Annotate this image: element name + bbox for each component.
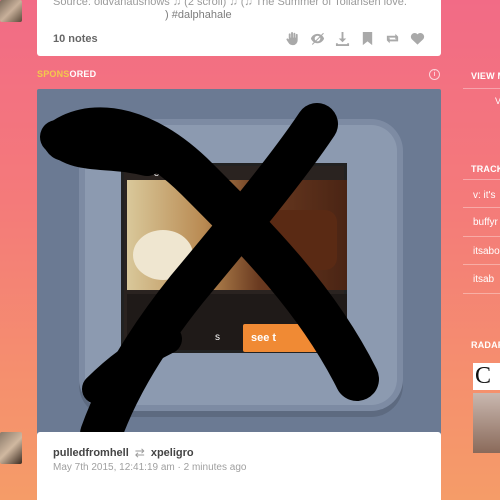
ad-bottom-bar: s see t xyxy=(127,294,347,352)
ad-logo: ocial xyxy=(154,168,175,179)
reblog-to[interactable]: xpeligro xyxy=(151,447,194,459)
download-icon[interactable] xyxy=(334,30,350,46)
reblog-icon: ⇄ xyxy=(134,446,145,460)
sponsored-label: SPONSORED xyxy=(37,69,96,79)
sponsored-label-rest: ORED xyxy=(69,69,97,79)
sidebar-view-sub[interactable]: V xyxy=(495,96,500,106)
share-icon[interactable] xyxy=(309,30,325,46)
post-source[interactable]: Source: oldvanaushows ♫ (2 scroll) ♫ (♫ … xyxy=(53,0,407,8)
post-actions xyxy=(284,30,425,46)
sidebar-view-heading[interactable]: VIEW M xyxy=(471,71,500,81)
post-timestamp[interactable]: May 7th 2015, 12:41:19 am · 2 minutes ag… xyxy=(53,462,246,473)
sidebar: VIEW M V TRACK v: it's buffyr itsabo its… xyxy=(463,0,500,500)
divider xyxy=(463,293,500,294)
sponsored-label-highlight: SPONS xyxy=(37,69,70,79)
sponsored-ad[interactable]: ocial s see t xyxy=(37,89,441,446)
ad-plate xyxy=(133,230,193,280)
post-card: pulledfromhell ⇄ xpeligro May 7th 2015, … xyxy=(37,432,441,500)
sidebar-tracked-item[interactable]: v: it's xyxy=(473,190,495,201)
notes-count[interactable]: 10 notes xyxy=(53,33,98,45)
radar-image[interactable] xyxy=(473,393,500,453)
info-icon[interactable]: i xyxy=(429,69,440,80)
ad-food-photo xyxy=(127,180,347,290)
divider xyxy=(463,236,500,237)
reblog-from[interactable]: pulledfromhell xyxy=(53,447,129,459)
radar-thumbnail[interactable]: C xyxy=(473,363,500,390)
avatar[interactable] xyxy=(0,432,22,464)
sidebar-tracked-item[interactable]: buffyr xyxy=(473,217,498,228)
post-card: Source: oldvanaushows ♫ (2 scroll) ♫ (♫ … xyxy=(37,0,441,56)
like-icon[interactable] xyxy=(409,30,425,46)
divider xyxy=(463,179,500,180)
ad-text: s xyxy=(215,332,220,343)
bookmark-icon[interactable] xyxy=(359,30,375,46)
hand-icon[interactable] xyxy=(284,30,300,46)
divider xyxy=(463,264,500,265)
divider xyxy=(463,88,500,89)
sidebar-tracked-item[interactable]: itsab xyxy=(473,274,494,285)
post-tags[interactable]: ) #dalphahale xyxy=(165,9,232,21)
reblog-icon[interactable] xyxy=(384,30,400,46)
ad-creative[interactable]: ocial s see t xyxy=(121,163,347,353)
reblog-line: pulledfromhell ⇄ xpeligro xyxy=(53,446,194,460)
ad-ribs xyxy=(267,210,337,270)
avatar[interactable] xyxy=(0,0,22,22)
sidebar-tracked-item[interactable]: itsabo xyxy=(473,246,500,257)
divider xyxy=(463,207,500,208)
sidebar-tracked-heading[interactable]: TRACK xyxy=(471,164,500,174)
ad-cta-button[interactable]: see t xyxy=(243,324,345,352)
sidebar-radar-heading[interactable]: RADAR xyxy=(471,340,500,350)
